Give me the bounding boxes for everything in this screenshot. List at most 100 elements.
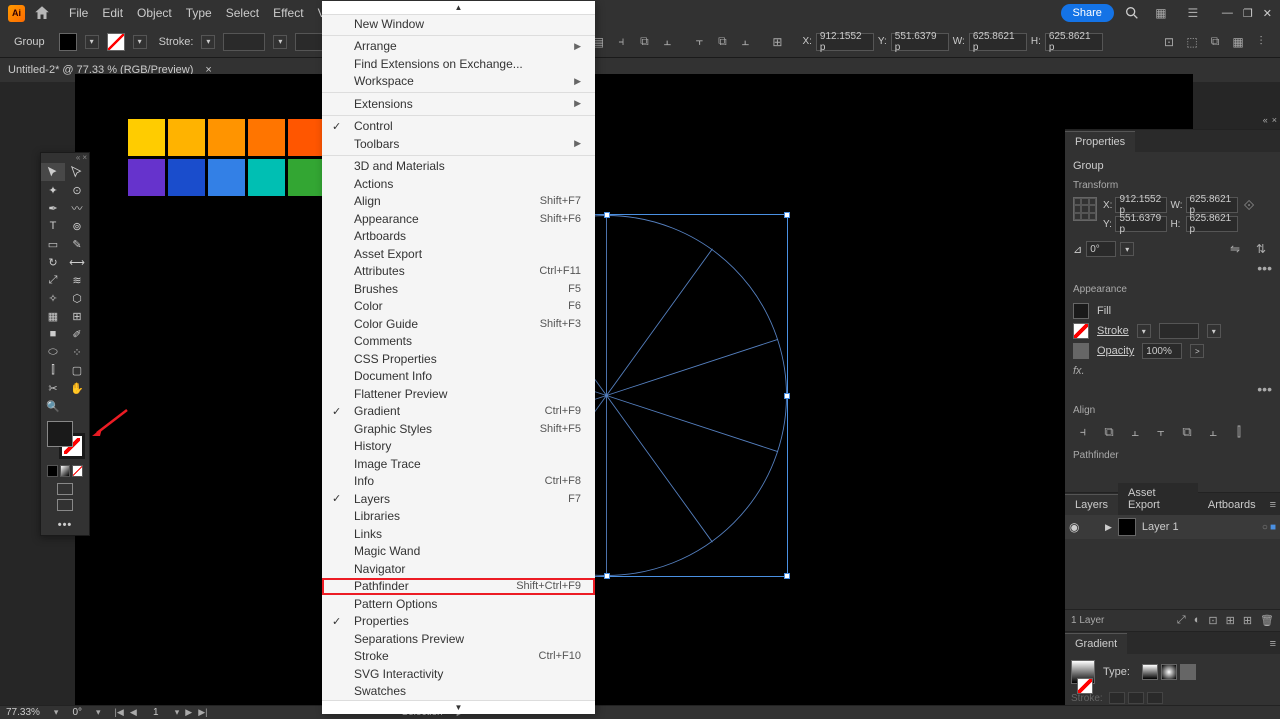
edit-toolbar-icon[interactable]: •••	[41, 515, 89, 535]
w-input[interactable]: 625.8621 p	[1186, 197, 1238, 213]
transform-ref-icon[interactable]: ⊞	[766, 31, 788, 53]
fill-stroke-indicator[interactable]	[45, 419, 85, 459]
align-top-icon[interactable]: ⫟	[688, 31, 710, 53]
menu-item-svg-interactivity[interactable]: SVG Interactivity	[322, 665, 595, 683]
new-sublayer-icon[interactable]: ⊡	[1208, 614, 1217, 627]
freeform-gradient-icon[interactable]	[1180, 664, 1196, 680]
y-input[interactable]: 551.6379 p	[891, 33, 949, 51]
menu-item-gradient[interactable]: ✓GradientCtrl+F9	[322, 403, 595, 421]
align-top-icon[interactable]: ⫟	[1151, 422, 1171, 442]
menu-item-comments[interactable]: Comments	[322, 333, 595, 351]
stroke-weight-up-icon[interactable]: ▾	[273, 35, 287, 49]
crop-icon[interactable]: ⧉	[1204, 31, 1226, 53]
selection-tool[interactable]	[41, 163, 65, 181]
menu-item-image-trace[interactable]: Image Trace	[322, 455, 595, 473]
stroke-gradient-within-icon[interactable]	[1109, 692, 1125, 704]
menu-item-attributes[interactable]: AttributesCtrl+F11	[322, 263, 595, 281]
flip-h-icon[interactable]: ⇋	[1224, 238, 1246, 260]
clipping-mask-icon[interactable]: ◐	[1194, 614, 1201, 627]
x-input[interactable]: 912.1552 p	[1115, 197, 1167, 213]
stroke-weight[interactable]	[1159, 323, 1199, 339]
linear-gradient-icon[interactable]	[1142, 664, 1158, 680]
toolbox-collapse-icon[interactable]: «	[76, 153, 80, 163]
align-center-h-icon[interactable]: ⧉	[633, 31, 655, 53]
menu-item-separations-preview[interactable]: Separations Preview	[322, 630, 595, 648]
stroke-label[interactable]: Stroke	[1097, 325, 1129, 337]
app-logo[interactable]: Ai	[8, 5, 25, 22]
properties-tab[interactable]: Properties	[1065, 131, 1135, 152]
stroke-gradient-along-icon[interactable]	[1128, 692, 1144, 704]
restore-icon[interactable]: ❐	[1243, 7, 1253, 20]
expand-icon[interactable]: ▶	[1105, 522, 1112, 533]
paintbrush-tool[interactable]: ✎	[65, 235, 89, 253]
menu-item-appearance[interactable]: AppearanceShift+F6	[322, 210, 595, 228]
zoom-tool[interactable]: 🔍	[41, 397, 65, 415]
workspace-switcher-icon[interactable]: ☰	[1182, 2, 1204, 24]
menu-type[interactable]: Type	[186, 6, 212, 20]
menu-effect[interactable]: Effect	[273, 6, 303, 20]
swatch[interactable]	[168, 159, 205, 196]
menu-item-color[interactable]: ColorF6	[322, 298, 595, 316]
align-left-icon[interactable]: ⫞	[1073, 422, 1093, 442]
width-tool[interactable]: ≋	[65, 271, 89, 289]
locate-object-icon[interactable]: ⤢	[1177, 614, 1186, 627]
shape-builder-icon[interactable]: ⬚	[1181, 31, 1203, 53]
menu-item-find-extensions-on-exchange[interactable]: Find Extensions on Exchange...	[322, 55, 595, 73]
menu-scroll-down-icon[interactable]: ▼	[322, 700, 595, 714]
opacity-indicator[interactable]	[1073, 343, 1089, 359]
symbol-sprayer-tool[interactable]: ⁘	[65, 343, 89, 361]
last-artboard-icon[interactable]: ▶|	[198, 707, 207, 718]
menu-item-align[interactable]: AlignShift+F7	[322, 193, 595, 211]
menu-item-brushes[interactable]: BrushesF5	[322, 280, 595, 298]
align-center-v-icon[interactable]: ⧉	[711, 31, 733, 53]
gradient-tab[interactable]: Gradient	[1065, 633, 1127, 654]
share-button[interactable]: Share	[1061, 4, 1114, 22]
menu-item-flattener-preview[interactable]: Flattener Preview	[322, 385, 595, 403]
appearance-more-icon[interactable]: •••	[1073, 381, 1272, 397]
align-to-icon[interactable]: ▦	[1227, 31, 1249, 53]
zoom-dropdown-icon[interactable]: ▾	[54, 707, 59, 718]
menu-item-new-window[interactable]: New Window	[322, 15, 595, 33]
delete-layer-icon[interactable]: 🗑	[1260, 614, 1274, 627]
menu-select[interactable]: Select	[226, 6, 259, 20]
menu-item-actions[interactable]: Actions	[322, 175, 595, 193]
eyedropper-tool[interactable]: ✐	[65, 325, 89, 343]
menu-item-pathfinder[interactable]: PathfinderShift+Ctrl+F9	[322, 578, 595, 596]
angle-dropdown-icon[interactable]: ▾	[1120, 242, 1134, 256]
swatch[interactable]	[208, 119, 245, 156]
menu-item-graphic-styles[interactable]: Graphic StylesShift+F5	[322, 420, 595, 438]
rotation[interactable]: 0°	[72, 707, 82, 718]
fill-dropdown-icon[interactable]: ▾	[85, 35, 99, 49]
menu-item-toolbars[interactable]: Toolbars▶	[322, 135, 595, 153]
menu-item-pattern-options[interactable]: Pattern Options	[322, 595, 595, 613]
swatch[interactable]	[208, 159, 245, 196]
reflect-tool[interactable]: ⟷	[65, 253, 89, 271]
visibility-icon[interactable]: ◉	[1069, 520, 1083, 534]
menu-item-artboards[interactable]: Artboards	[322, 228, 595, 246]
menu-item-workspace[interactable]: Workspace▶	[322, 73, 595, 91]
menu-item-libraries[interactable]: Libraries	[322, 508, 595, 526]
menu-item-stroke[interactable]: StrokeCtrl+F10	[322, 648, 595, 666]
menu-item-properties[interactable]: ✓Properties	[322, 613, 595, 631]
first-artboard-icon[interactable]: |◀	[115, 707, 124, 718]
minimize-icon[interactable]: —	[1222, 7, 1233, 20]
stroke-weight-down-icon[interactable]: ▾	[201, 35, 215, 49]
panel-close-icon[interactable]: ×	[1272, 115, 1277, 129]
artboard[interactable]	[75, 74, 1193, 719]
close-window-icon[interactable]: ✕	[1263, 7, 1272, 20]
gradient-mode-icon[interactable]	[60, 465, 71, 477]
layer-name[interactable]: Layer 1	[1142, 521, 1256, 533]
align-hcenter-icon[interactable]: ⧉	[1099, 422, 1119, 442]
home-icon[interactable]	[33, 4, 51, 22]
gradient-stroke-swatch[interactable]	[1077, 678, 1093, 694]
pen-tool[interactable]: ✒	[41, 199, 65, 217]
prev-artboard-icon[interactable]: ◀	[130, 707, 137, 718]
type-tool[interactable]: T	[41, 217, 65, 235]
menu-item-links[interactable]: Links	[322, 525, 595, 543]
x-input[interactable]: 912.1552 p	[816, 33, 874, 51]
toolbox-close-icon[interactable]: ×	[82, 153, 87, 163]
more-options-icon[interactable]: ⫶	[1250, 31, 1272, 53]
stroke-gradient-across-icon[interactable]	[1147, 692, 1163, 704]
zoom-level[interactable]: 77.33%	[6, 707, 40, 718]
flip-v-icon[interactable]: ⇅	[1250, 238, 1272, 260]
